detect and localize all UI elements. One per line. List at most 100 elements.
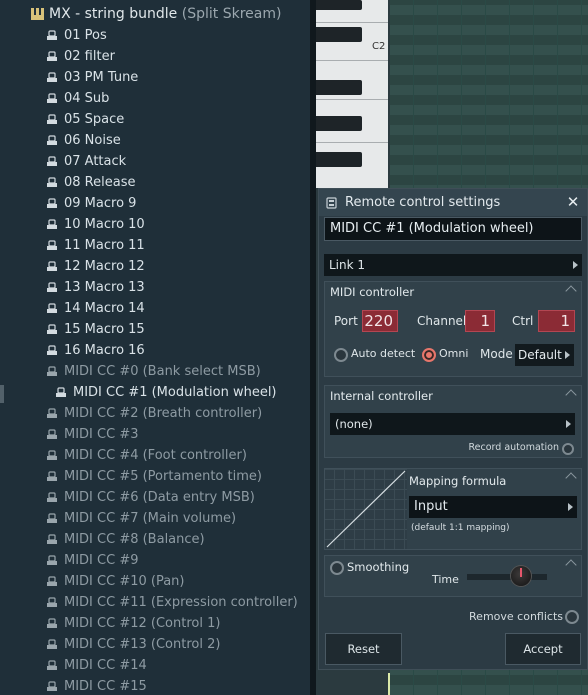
- controller-name-field[interactable]: MIDI CC #1 (Modulation wheel): [324, 217, 582, 241]
- link-selector[interactable]: Link 1: [324, 254, 582, 276]
- list-item-label: 14 Macro 14: [64, 301, 145, 316]
- plugin-header[interactable]: MX - string bundle (Split Skream): [0, 3, 310, 25]
- mode-label: Mode: [480, 347, 513, 361]
- auto-detect-radio[interactable]: [334, 348, 348, 362]
- omni-radio[interactable]: [422, 348, 436, 362]
- list-item[interactable]: 13 Macro 13: [0, 277, 310, 298]
- chevron-up-icon[interactable]: [565, 472, 577, 484]
- omni-label: Omni: [439, 347, 469, 360]
- black-key[interactable]: [316, 80, 362, 95]
- remove-conflicts-toggle[interactable]: [565, 610, 579, 624]
- accept-button[interactable]: Accept: [505, 633, 581, 665]
- mapping-graph: [325, 469, 407, 549]
- list-item[interactable]: MIDI CC #12 (Control 1): [0, 613, 310, 634]
- list-item[interactable]: 15 Macro 15: [0, 319, 310, 340]
- remote-param-icon: [47, 303, 57, 313]
- time-label: Time: [432, 573, 459, 586]
- chevron-up-icon[interactable]: [565, 285, 577, 297]
- list-item-label: 12 Macro 12: [64, 259, 145, 274]
- remove-conflicts-label: Remove conflicts: [469, 610, 563, 623]
- mode-selector[interactable]: Default: [515, 344, 574, 366]
- remote-param-icon: [47, 618, 57, 628]
- black-key[interactable]: [316, 152, 362, 167]
- formula-input[interactable]: Input: [409, 496, 577, 518]
- list-item[interactable]: MIDI CC #5 (Portamento time): [0, 466, 310, 487]
- record-automation-toggle[interactable]: [562, 443, 574, 455]
- list-item[interactable]: 03 PM Tune: [0, 67, 310, 88]
- list-item[interactable]: 04 Sub: [0, 88, 310, 109]
- chevron-up-icon[interactable]: [565, 389, 577, 401]
- smoothing-toggle[interactable]: [330, 561, 344, 575]
- list-item-label: MIDI CC #14: [64, 658, 147, 673]
- black-key[interactable]: [316, 116, 362, 131]
- time-slider-track[interactable]: [467, 574, 547, 580]
- white-key-edge: [316, 22, 388, 23]
- smoothing-label: Smoothing: [347, 560, 410, 574]
- list-item-label: MIDI CC #0 (Bank select MSB): [64, 364, 261, 379]
- list-item[interactable]: 01 Pos: [0, 25, 310, 46]
- list-item-label: 04 Sub: [64, 91, 110, 106]
- close-icon: ✕: [566, 193, 580, 211]
- list-item[interactable]: MIDI CC #11 (Expression controller): [0, 592, 310, 613]
- remote-param-icon: [47, 534, 57, 544]
- list-item[interactable]: MIDI CC #8 (Balance): [0, 529, 310, 550]
- list-item-label: MIDI CC #6 (Data entry MSB): [64, 490, 255, 505]
- formula-value: Input: [414, 499, 448, 514]
- remote-param-icon: [47, 513, 57, 523]
- list-item[interactable]: MIDI CC #4 (Foot controller): [0, 445, 310, 466]
- list-item-label: MIDI CC #11 (Expression controller): [64, 595, 298, 610]
- plugin-header-label: MX - string bundle (Split Skream): [49, 3, 281, 25]
- list-item[interactable]: 12 Macro 12: [0, 256, 310, 277]
- playhead[interactable]: [388, 673, 390, 695]
- remote-param-icon: [47, 198, 57, 208]
- list-item[interactable]: MIDI CC #14: [0, 655, 310, 676]
- remote-icon: [326, 197, 337, 209]
- remote-param-icon: [47, 471, 57, 481]
- remote-param-icon: [47, 366, 57, 376]
- list-item[interactable]: 08 Release: [0, 172, 310, 193]
- piano-keys[interactable]: C2: [316, 0, 388, 188]
- list-item[interactable]: MIDI CC #1 (Modulation wheel): [0, 382, 310, 403]
- plugin-subtitle: (Split Skream): [181, 6, 282, 22]
- browser-panel: MX - string bundle (Split Skream) 01 Pos…: [0, 0, 310, 695]
- list-item[interactable]: MIDI CC #2 (Breath controller): [0, 403, 310, 424]
- chevron-up-icon[interactable]: [565, 559, 577, 571]
- list-item-label: 16 Macro 16: [64, 343, 145, 358]
- list-item-label: 07 Attack: [64, 154, 127, 169]
- remote-param-icon: [47, 324, 57, 334]
- list-item[interactable]: 10 Macro 10: [0, 214, 310, 235]
- channel-value[interactable]: 1: [465, 310, 495, 332]
- list-item[interactable]: 05 Space: [0, 109, 310, 130]
- list-item[interactable]: MIDI CC #7 (Main volume): [0, 508, 310, 529]
- internal-controller-value: (none): [335, 417, 373, 431]
- list-item[interactable]: MIDI CC #9: [0, 550, 310, 571]
- list-item[interactable]: 09 Macro 9: [0, 193, 310, 214]
- list-item[interactable]: 16 Macro 16: [0, 340, 310, 361]
- list-item[interactable]: MIDI CC #6 (Data entry MSB): [0, 487, 310, 508]
- remote-param-icon: [47, 681, 57, 691]
- list-item[interactable]: 02 filter: [0, 46, 310, 67]
- list-item[interactable]: 14 Macro 14: [0, 298, 310, 319]
- section-title-midi: MIDI controller: [330, 285, 415, 299]
- port-value[interactable]: 220: [362, 310, 398, 332]
- list-item[interactable]: MIDI CC #3: [0, 424, 310, 445]
- black-key[interactable]: [316, 27, 362, 42]
- mode-value: Default: [518, 348, 562, 362]
- internal-controller-selector[interactable]: (none): [330, 413, 575, 435]
- list-item-label: 06 Noise: [64, 133, 121, 148]
- reset-button[interactable]: Reset: [325, 633, 402, 665]
- list-item[interactable]: MIDI CC #15: [0, 676, 310, 695]
- black-key[interactable]: [316, 0, 362, 10]
- record-automation-label: Record automation: [468, 442, 560, 453]
- close-button[interactable]: ✕: [565, 193, 581, 211]
- list-item[interactable]: 07 Attack: [0, 151, 310, 172]
- remote-param-icon: [47, 576, 57, 586]
- list-item[interactable]: 11 Macro 11: [0, 235, 310, 256]
- list-item[interactable]: MIDI CC #13 (Control 2): [0, 634, 310, 655]
- dialog-titlebar[interactable]: Remote control settings ✕: [319, 189, 587, 216]
- list-item[interactable]: MIDI CC #0 (Bank select MSB): [0, 361, 310, 382]
- list-item[interactable]: MIDI CC #10 (Pan): [0, 571, 310, 592]
- ctrl-value[interactable]: 1: [538, 310, 575, 332]
- list-item[interactable]: 06 Noise: [0, 130, 310, 151]
- remote-param-icon: [47, 408, 57, 418]
